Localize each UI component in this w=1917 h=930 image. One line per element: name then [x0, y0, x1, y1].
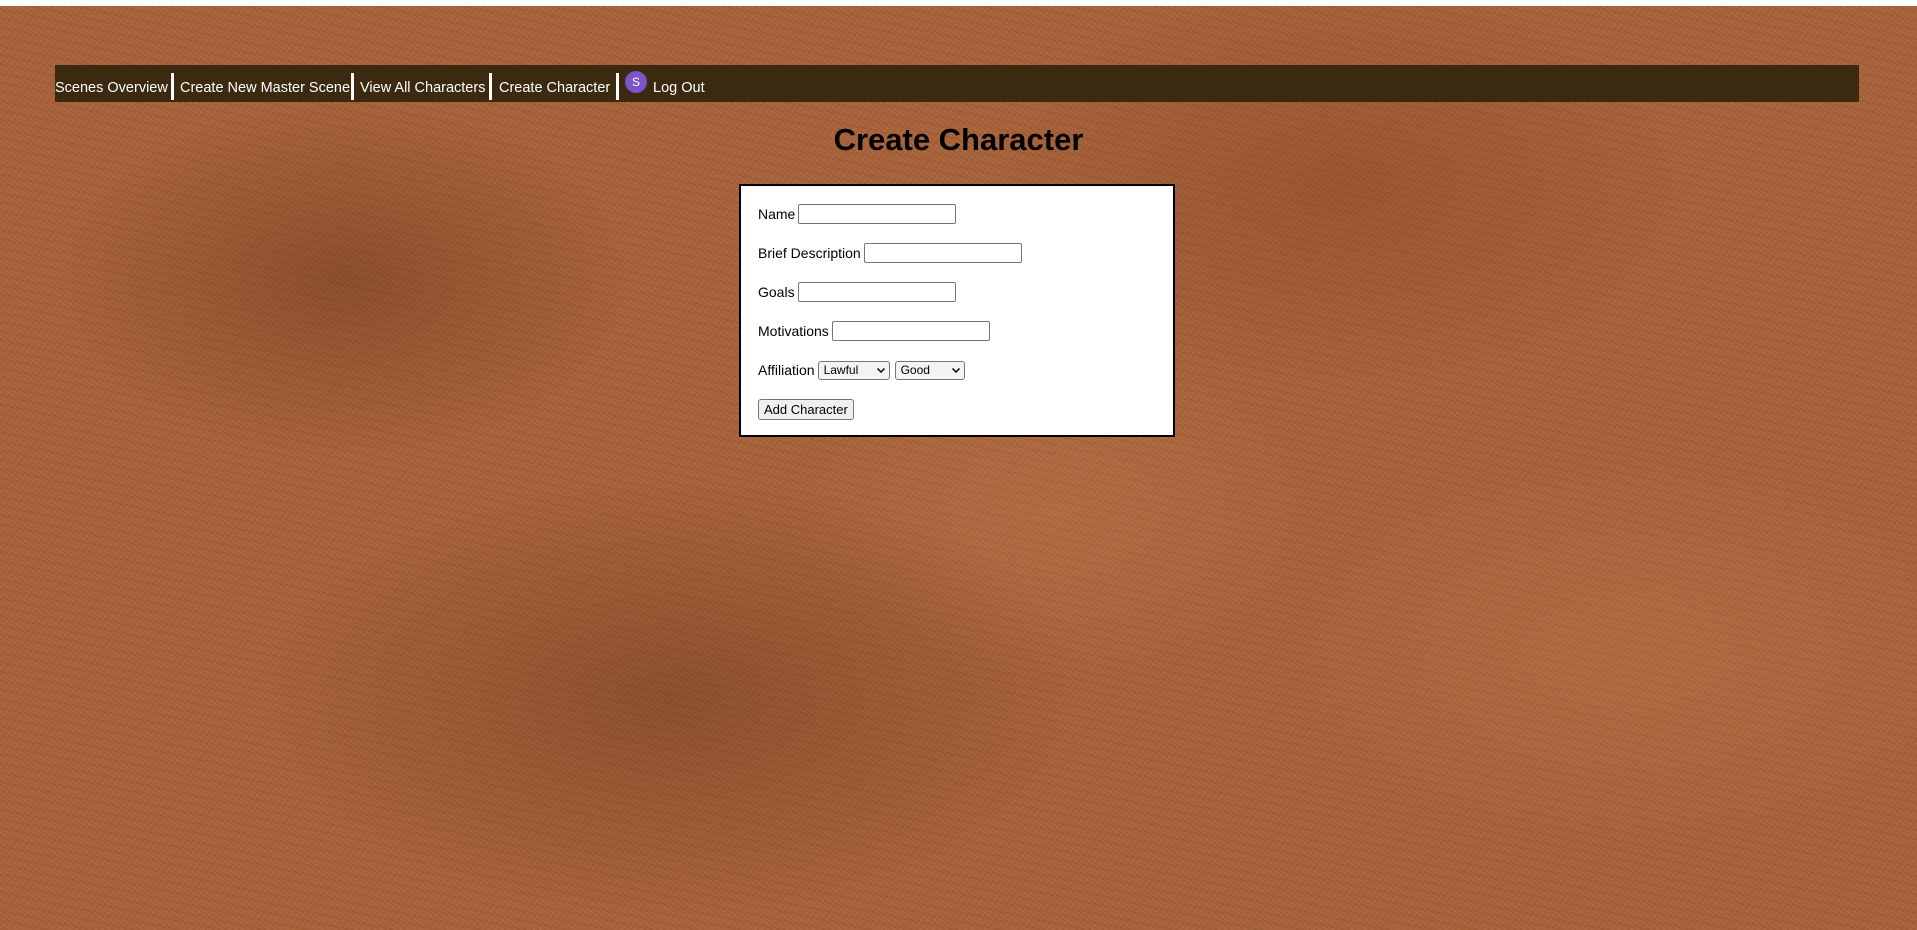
motivations-label: Motivations: [758, 323, 829, 339]
name-row: Name: [758, 203, 957, 225]
page-title: Create Character: [833, 122, 1084, 157]
affiliation-row: Affiliation Lawful Good: [758, 359, 965, 381]
nav-create-character[interactable]: Create Character: [499, 80, 610, 96]
create-character-form: Name Brief Description Goals Motivations…: [739, 184, 1175, 437]
nav-separator: [616, 73, 619, 100]
motivations-row: Motivations: [758, 320, 990, 342]
top-strip: [0, 0, 1917, 6]
moral-alignment-value: Good: [900, 363, 930, 377]
logout-link[interactable]: Log Out: [653, 80, 705, 96]
user-avatar[interactable]: S: [625, 71, 647, 93]
motivations-input[interactable]: [831, 321, 990, 341]
description-input[interactable]: [863, 243, 1022, 263]
chevron-down-icon: [876, 365, 886, 375]
goals-input[interactable]: [797, 282, 956, 302]
goals-label: Goals: [758, 284, 795, 300]
moral-alignment-select[interactable]: Good: [894, 360, 965, 380]
description-label: Brief Description: [758, 245, 861, 261]
nav-scenes-overview[interactable]: Scenes Overview: [55, 80, 168, 96]
chevron-down-icon: [951, 365, 961, 375]
name-label: Name: [758, 206, 796, 222]
name-input[interactable]: [798, 204, 957, 224]
nav-create-master-scene[interactable]: Create New Master Scene: [180, 80, 350, 96]
nav-separator: [171, 73, 174, 100]
nav-view-all-characters[interactable]: View All Characters: [360, 80, 485, 96]
add-character-button[interactable]: Add Character: [758, 399, 854, 420]
affiliation-label: Affiliation: [758, 362, 815, 378]
navbar: Scenes Overview Create New Master Scene …: [55, 65, 1859, 102]
nav-separator: [351, 73, 354, 100]
nav-separator: [489, 73, 492, 100]
law-alignment-select[interactable]: Lawful: [817, 360, 890, 380]
description-row: Brief Description: [758, 242, 1022, 264]
law-alignment-value: Lawful: [823, 363, 859, 377]
goals-row: Goals: [758, 281, 956, 303]
